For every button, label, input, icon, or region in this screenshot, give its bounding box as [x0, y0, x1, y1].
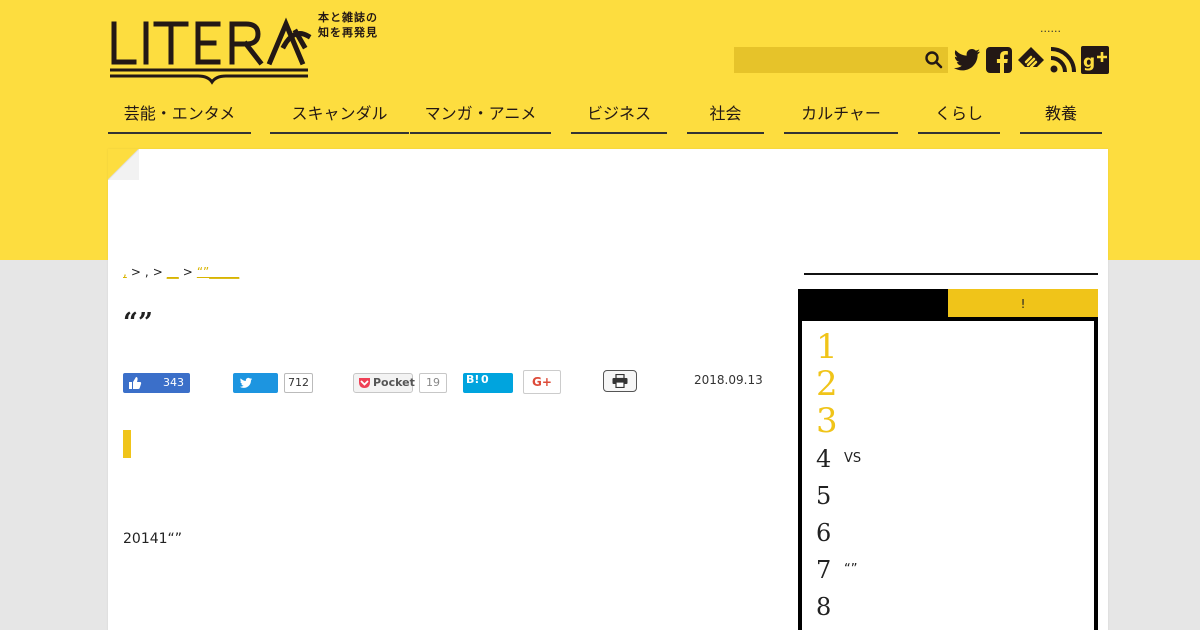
site-tagline: 本と雑誌の 知を再発見: [318, 10, 378, 40]
ranking-number: 8: [816, 593, 832, 621]
ranking-list: 1 2 3 4 VS 5 6 7 “” 8: [798, 317, 1098, 630]
breadcrumb-item-current[interactable]: “”_____: [197, 265, 239, 279]
ranking-item[interactable]: 4 VS: [816, 441, 1086, 477]
ranking-tab-active[interactable]: [798, 289, 948, 319]
ranking-item[interactable]: 3: [816, 403, 1086, 439]
ranking-number: 7: [816, 556, 832, 584]
nav-item-entertainment[interactable]: 芸能・エンタメ: [108, 96, 251, 134]
sidebar-divider: [804, 273, 1098, 275]
ranking-item[interactable]: 2: [816, 366, 1086, 402]
breadcrumb-item-home[interactable]: ,: [123, 265, 127, 279]
article-body-text: 20141“”: [123, 531, 183, 547]
twitter-bird-icon: [239, 377, 253, 388]
pocket-button[interactable]: Pocket: [353, 373, 415, 393]
printer-icon: [612, 374, 628, 388]
header-links-placeholder[interactable]: ......: [1040, 22, 1061, 35]
ranking-item[interactable]: 1: [816, 329, 1086, 365]
breadcrumb-separator: >: [130, 265, 141, 279]
ranking-item[interactable]: 7 “”: [816, 552, 1086, 588]
nav-item-society[interactable]: 社会: [687, 96, 764, 134]
tagline-line-2: 知を再発見: [318, 26, 378, 39]
breadcrumb-item-category[interactable]: ,: [145, 265, 149, 279]
article-title: “”: [123, 308, 153, 338]
feedly-icon[interactable]: [1016, 45, 1046, 75]
ranking-number: 3: [816, 401, 838, 441]
hatena-label: B!: [466, 373, 480, 386]
svg-text:g: g: [1083, 52, 1095, 72]
nav-item-scandal[interactable]: スキャンダル: [270, 96, 409, 134]
facebook-like-count: 343: [163, 376, 184, 389]
nav-item-education[interactable]: 教養: [1020, 96, 1102, 134]
facebook-like-button[interactable]: 343: [123, 373, 190, 393]
rss-icon[interactable]: [1048, 45, 1078, 75]
thumbs-up-icon: [129, 377, 142, 389]
breadcrumb-separator: >: [152, 265, 163, 279]
breadcrumb-separator: >: [182, 265, 193, 279]
pocket-count: 19: [419, 373, 447, 393]
search-icon[interactable]: [924, 50, 944, 70]
pocket-label: Pocket: [373, 376, 415, 389]
google-plus-share-button[interactable]: G+: [523, 370, 561, 394]
pocket-icon: [359, 378, 370, 388]
article-date: 2018.09.13: [694, 373, 763, 387]
search-input[interactable]: [734, 47, 948, 73]
google-plus-icon[interactable]: g: [1080, 45, 1110, 75]
ranking-number: 4: [816, 445, 832, 473]
lead-accent-bar: [123, 430, 131, 458]
nav-item-manga-anime[interactable]: マンガ・アニメ: [410, 96, 551, 134]
breadcrumb: , >, > __ > “”_____: [123, 265, 239, 279]
print-button[interactable]: [603, 370, 637, 392]
ranking-number: 6: [816, 519, 832, 547]
ranking-item[interactable]: 8: [816, 589, 1086, 625]
tagline-line-1: 本と雑誌の: [318, 11, 378, 24]
ranking-number: 2: [816, 364, 838, 404]
page-fold-corner: [108, 149, 139, 180]
hatena-count: 0: [481, 373, 489, 386]
nav-item-life[interactable]: くらし: [918, 96, 1000, 134]
twitter-share-button[interactable]: [233, 373, 278, 393]
hatena-bookmark-button[interactable]: B! 0: [463, 373, 513, 393]
main-navigation: 芸能・エンタメ スキャンダル マンガ・アニメ ビジネス 社会 カルチャー くらし…: [108, 96, 1108, 136]
nav-item-business[interactable]: ビジネス: [571, 96, 667, 134]
ranking-tab-other[interactable]: !: [948, 289, 1098, 319]
twitter-icon[interactable]: [952, 45, 982, 75]
ranking-item[interactable]: 6: [816, 515, 1086, 551]
ranking-number: 5: [816, 482, 832, 510]
ranking-item[interactable]: 5: [816, 478, 1086, 514]
ranking-number: 1: [816, 327, 838, 367]
ranking-title: VS: [844, 451, 862, 466]
facebook-icon[interactable]: [984, 45, 1014, 75]
ranking-tabs: !: [798, 289, 1098, 319]
nav-item-culture[interactable]: カルチャー: [784, 96, 898, 134]
twitter-share-count: 712: [284, 373, 313, 393]
breadcrumb-item-subcategory[interactable]: __: [167, 265, 179, 279]
ranking-title: “”: [844, 562, 858, 577]
